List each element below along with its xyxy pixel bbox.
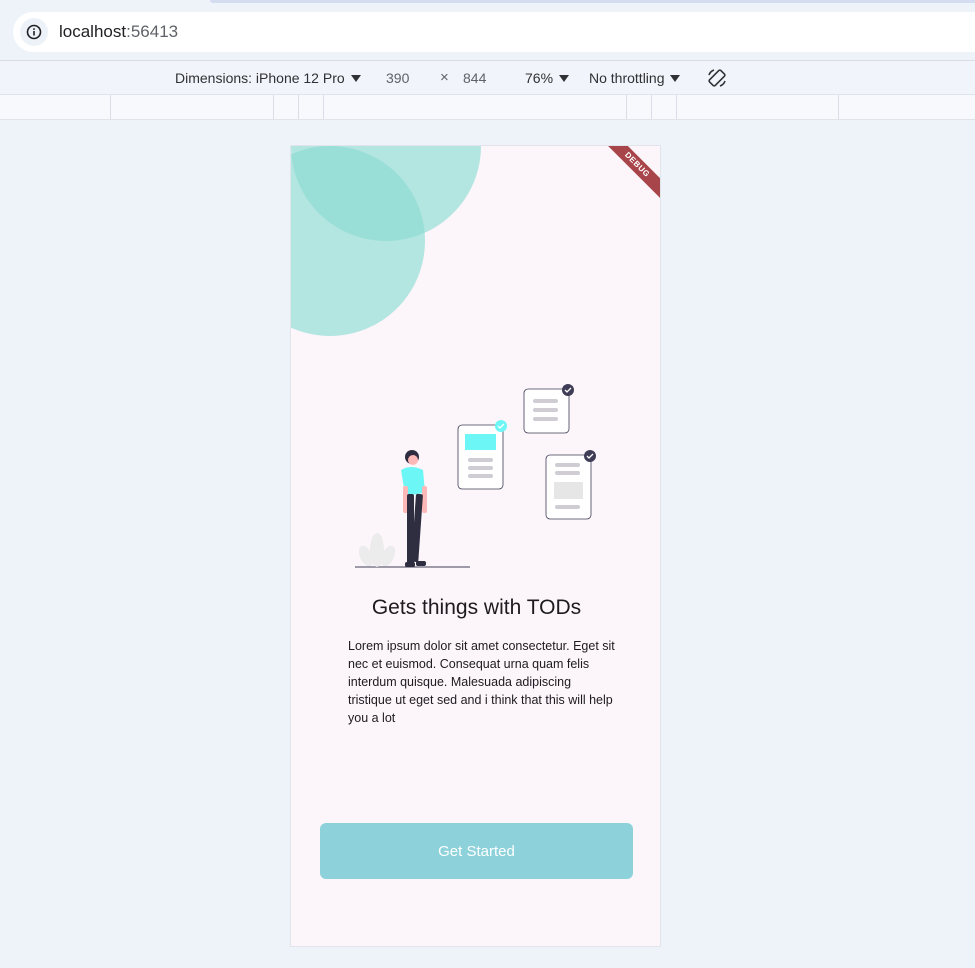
ruler-tick [273, 95, 274, 119]
zoom-label: 76% [525, 70, 554, 86]
throttling-dropdown[interactable]: No throttling [589, 70, 681, 86]
todo-illustration [355, 384, 596, 568]
url-port: :56413 [126, 22, 179, 41]
zoom-dropdown[interactable]: 76% [525, 70, 570, 86]
info-icon [26, 24, 42, 40]
site-info-button[interactable] [20, 18, 48, 46]
rotate-icon [708, 69, 726, 87]
dimensions-label: Dimensions: iPhone 12 Pro [175, 70, 345, 86]
person-figure [401, 450, 427, 567]
media-query-ruler[interactable] [0, 95, 975, 120]
height-input[interactable]: 844 [463, 70, 486, 86]
onboarding-title: Gets things with TODs [371, 596, 582, 619]
plant-icon [358, 533, 396, 567]
ruler-tick [676, 95, 677, 119]
task-card [523, 384, 574, 434]
ruler-tick [110, 95, 111, 119]
rotate-button[interactable] [706, 67, 728, 92]
dimensions-dropdown[interactable]: Dimensions: iPhone 12 Pro [175, 70, 361, 86]
ruler-tick [323, 95, 324, 119]
times-symbol: × [440, 69, 449, 86]
address-bar[interactable]: localhost:56413 [13, 12, 975, 52]
ruler-tick [651, 95, 652, 119]
task-card [545, 450, 596, 520]
debug-banner: DEBUG [600, 146, 660, 202]
caret-down-icon [670, 75, 681, 82]
onboarding-description: Lorem ipsum dolor sit amet consectetur. … [348, 639, 615, 725]
device-toolbar: Dimensions: iPhone 12 Pro 390 × 844 76% … [0, 60, 975, 95]
ruler-tick [838, 95, 839, 119]
url-text[interactable]: localhost:56413 [59, 22, 178, 42]
tab-strip [210, 0, 975, 3]
caret-down-icon [559, 75, 570, 82]
caret-down-icon [350, 75, 361, 82]
browser-top-bar: localhost:56413 [0, 0, 975, 60]
width-input[interactable]: 390 [386, 70, 409, 86]
get-started-button[interactable]: Get Started [320, 823, 633, 879]
url-host: localhost [59, 22, 127, 41]
ruler-tick [626, 95, 627, 119]
throttling-label: No throttling [589, 70, 665, 86]
phone-viewport: DEBUG Gets things with TODs Lorem ipsum … [290, 145, 661, 947]
ruler-tick [298, 95, 299, 119]
task-card [457, 420, 507, 490]
